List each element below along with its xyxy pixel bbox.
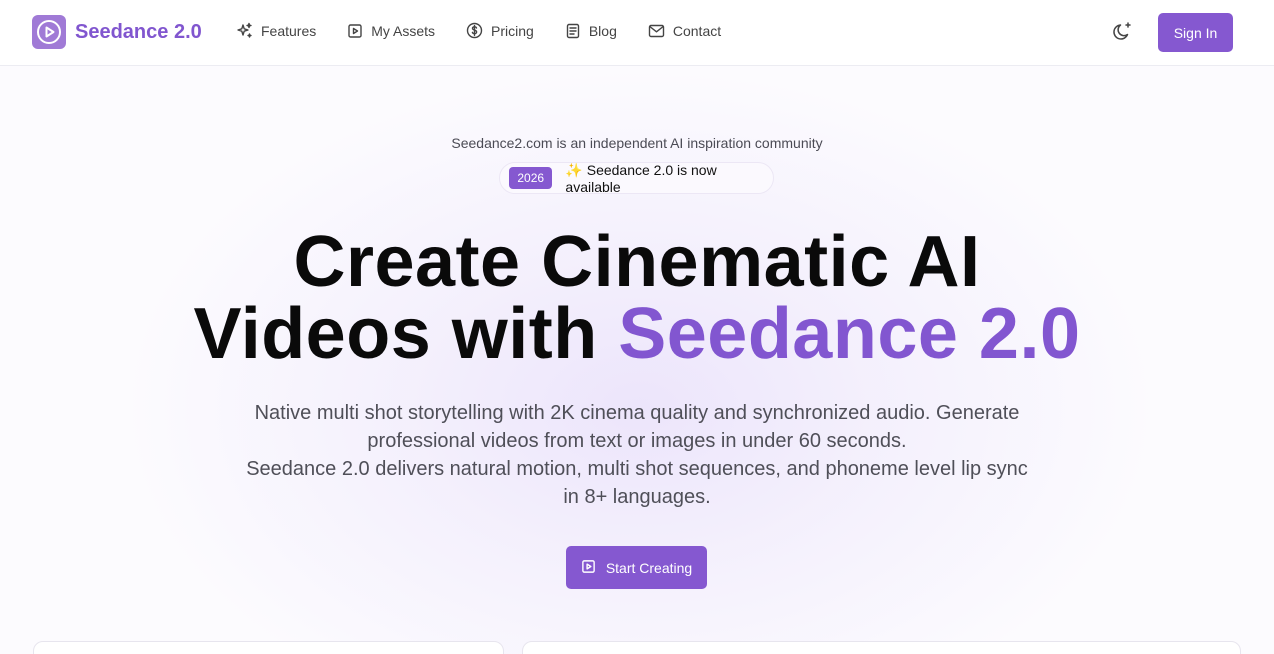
hero-title-line2: Videos with	[193, 294, 619, 374]
hero-description-2: Seedance 2.0 delivers natural motion, mu…	[246, 458, 1028, 508]
nav-item-label: My Assets	[371, 22, 436, 39]
hero-description-1: Native multi shot storytelling with 2K c…	[254, 402, 1020, 452]
nav-item-blog[interactable]: Blog	[565, 22, 617, 39]
nav-item-label: Contact	[672, 22, 722, 39]
start-creating-button[interactable]: Start Creating	[566, 546, 707, 589]
announcement-text: ✨ Seedance 2.0 is now available	[565, 161, 717, 195]
announcement-pill[interactable]: 2026 ✨ Seedance 2.0 is now available	[499, 161, 774, 195]
nav-item-label: Blog	[588, 22, 617, 39]
play-square-icon	[581, 559, 596, 577]
nav-item-label: Features	[261, 22, 317, 39]
nav-item-label: Pricing	[491, 22, 534, 39]
nav-item-contact[interactable]: Contact	[648, 22, 721, 39]
nav-item-features[interactable]: Features	[236, 22, 316, 39]
top-navbar: Seedance 2.0 Features My Assets Pricing …	[0, 0, 1274, 66]
mail-icon	[648, 23, 665, 39]
sparkles-icon	[236, 22, 253, 39]
nav-item-my-assets[interactable]: My Assets	[347, 22, 435, 39]
hero-title-line1: Create Cinematic AI	[293, 222, 981, 302]
dollar-circle-icon	[466, 22, 483, 39]
hero-title-accent: Seedance 2.0	[618, 294, 1081, 374]
nav-item-pricing[interactable]: Pricing	[466, 22, 534, 39]
brand-logo[interactable]: Seedance 2.0	[32, 15, 202, 49]
play-circle-icon	[32, 15, 66, 49]
hero-description: Native multi shot storytelling with 2K c…	[237, 399, 1037, 511]
play-square-icon	[347, 23, 363, 39]
document-icon	[565, 23, 581, 39]
theme-toggle-button[interactable]	[1112, 21, 1134, 43]
moon-sparkle-icon	[1112, 22, 1134, 47]
preview-card-left	[33, 641, 504, 654]
year-badge: 2026	[509, 167, 553, 189]
hero-tagline: Seedance2.com is an independent AI inspi…	[451, 135, 823, 151]
sign-in-button[interactable]: Sign In	[1158, 13, 1233, 52]
main-nav: Features My Assets Pricing Blog Contact	[236, 22, 752, 39]
start-creating-label: Start Creating	[605, 559, 693, 576]
preview-card-right	[522, 641, 1241, 654]
hero-title: Create Cinematic AI Videos with Seedance…	[0, 226, 1274, 370]
brand-name: Seedance 2.0	[75, 20, 202, 43]
